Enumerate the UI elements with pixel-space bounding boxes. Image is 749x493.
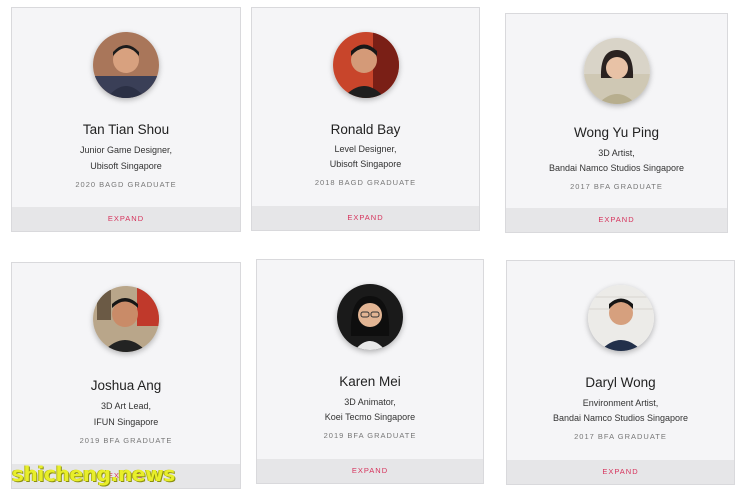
profile-card: Karen Mei 3D Animator, Koei Tecmo Singap…	[256, 259, 484, 484]
profile-company: Bandai Namco Studios Singapore	[552, 413, 689, 423]
profile-company: IFUN Singapore	[93, 417, 159, 427]
profile-company: Koei Tecmo Singapore	[324, 412, 416, 422]
profile-avatar	[587, 285, 654, 351]
profile-company: Bandai Namco Studios Singapore	[548, 163, 685, 173]
profile-role: Junior Game Designer,	[79, 145, 173, 155]
profile-avatar	[93, 32, 159, 98]
expand-button[interactable]: EXPAND	[506, 208, 727, 232]
profile-company: Ubisoft Singapore	[90, 161, 162, 171]
profile-name: Tan Tian Shou	[82, 122, 170, 137]
expand-button[interactable]: EXPAND	[257, 459, 483, 483]
profile-name: Daryl Wong	[585, 375, 656, 390]
profile-card: Wong Yu Ping 3D Artist, Bandai Namco Stu…	[505, 13, 728, 233]
profile-name: Wong Yu Ping	[573, 125, 660, 140]
profile-avatar	[332, 32, 399, 98]
profile-card: Tan Tian Shou Junior Game Designer, Ubis…	[11, 7, 241, 232]
profile-card: Daryl Wong Environment Artist, Bandai Na…	[506, 260, 735, 485]
profile-role: 3D Artist,	[598, 148, 635, 158]
profile-card: Joshua Ang 3D Art Lead, IFUN Singapore 2…	[11, 262, 241, 489]
graduate-label: 2017 BFA GRADUATE	[570, 182, 663, 191]
profile-name: Karen Mei	[339, 374, 401, 389]
watermark-text: shicheng.news	[12, 462, 176, 486]
expand-button[interactable]: EXPAND	[507, 460, 734, 484]
graduate-label: 2018 BAGD GRADUATE	[314, 178, 417, 187]
profile-avatar	[583, 38, 650, 104]
expand-button[interactable]: EXPAND	[12, 207, 240, 231]
profile-card: Ronald Bay Level Designer, Ubisoft Singa…	[251, 7, 480, 231]
profile-role: Level Designer,	[334, 144, 397, 154]
graduate-label: 2019 BFA GRADUATE	[79, 436, 173, 445]
expand-button[interactable]: EXPAND	[252, 206, 479, 230]
profile-avatar	[337, 284, 403, 350]
graduate-label: 2017 BFA GRADUATE	[574, 432, 667, 441]
profile-name: Joshua Ang	[90, 378, 162, 393]
profile-role: 3D Animator,	[344, 397, 396, 407]
profile-company: Ubisoft Singapore	[329, 159, 402, 169]
profile-avatar	[93, 286, 159, 352]
graduate-label: 2020 BAGD GRADUATE	[75, 180, 177, 189]
graduate-label: 2019 BFA GRADUATE	[323, 431, 417, 440]
profile-role: 3D Art Lead,	[100, 401, 152, 411]
profile-name: Ronald Bay	[330, 122, 401, 137]
profile-role: Environment Artist,	[582, 398, 659, 408]
